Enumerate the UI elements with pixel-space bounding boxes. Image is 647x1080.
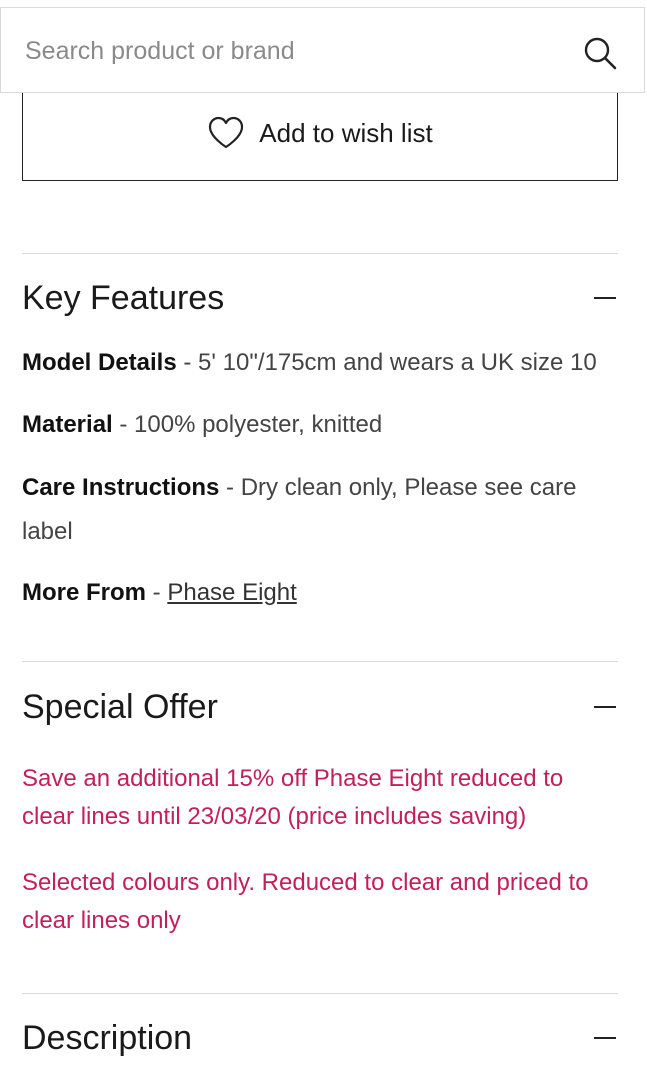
search-input[interactable] — [25, 32, 545, 70]
feature-label: Model Details — [22, 349, 177, 376]
description-header[interactable]: Description — [22, 1013, 618, 1063]
offer-paragraph: Selected colours only. Reduced to clear … — [22, 869, 589, 934]
feature-more-from: More From - Phase Eight — [22, 571, 622, 615]
description-title: Description — [22, 1018, 193, 1057]
feature-separator: - — [176, 349, 199, 376]
section-divider — [22, 993, 618, 994]
section-divider — [22, 661, 618, 662]
feature-model-details: Model Details - 5' 10"/175cm and wears a… — [22, 341, 622, 385]
key-features-header[interactable]: Key Features — [22, 273, 618, 323]
search-bar — [0, 7, 645, 93]
wishlist-button-label: Add to wish list — [259, 117, 433, 148]
search-icon[interactable] — [583, 36, 617, 70]
offer-paragraph: Save an additional 15% off Phase Eight r… — [22, 765, 564, 830]
feature-label: Material — [22, 411, 113, 438]
feature-material: Material - 100% polyester, knitted — [22, 403, 622, 447]
brand-link[interactable]: Phase Eight — [167, 579, 296, 606]
section-divider — [22, 253, 618, 254]
feature-value: 100% polyester, knitted — [134, 411, 383, 438]
minus-icon[interactable] — [594, 706, 616, 708]
product-details-page: Add to wish list Key Features Model Deta… — [0, 0, 647, 1080]
minus-icon[interactable] — [594, 297, 616, 299]
key-features-title: Key Features — [22, 278, 225, 317]
special-offer-title: Special Offer — [22, 687, 218, 726]
feature-separator: - — [112, 411, 135, 438]
feature-separator: - — [146, 579, 168, 606]
feature-value: 5' 10"/175cm and wears a UK size 10 — [198, 349, 597, 376]
feature-label: More From — [22, 579, 147, 606]
feature-label: Care Instructions — [22, 474, 220, 501]
heart-icon — [209, 116, 244, 149]
wishlist-button-content: Add to wish list — [207, 116, 433, 150]
add-to-wishlist-button[interactable]: Add to wish list — [22, 92, 618, 181]
special-offer-header[interactable]: Special Offer — [22, 682, 618, 732]
feature-care-instructions: Care Instructions - Dry clean only, Plea… — [22, 466, 612, 554]
minus-icon[interactable] — [594, 1037, 616, 1039]
feature-separator: - — [219, 474, 241, 501]
